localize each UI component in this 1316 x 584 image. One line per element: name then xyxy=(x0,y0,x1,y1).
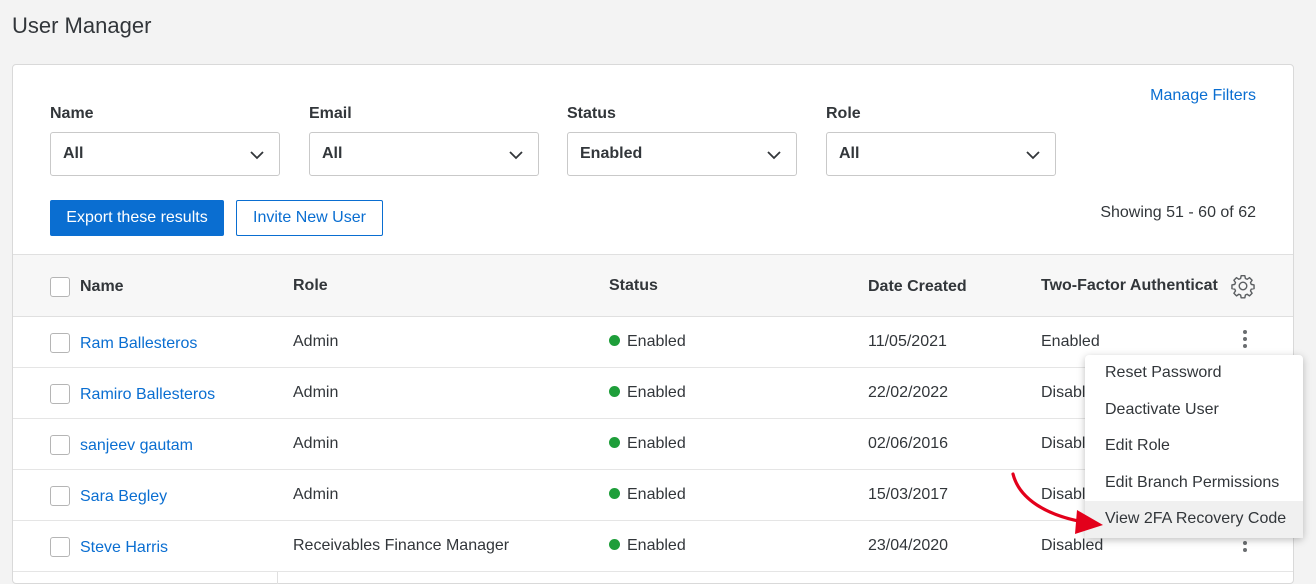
filter-email-value: All xyxy=(322,145,343,162)
row-checkbox[interactable] xyxy=(50,333,70,353)
status-dot xyxy=(609,386,620,397)
user-status: Enabled xyxy=(609,435,686,453)
user-date-created: 15/03/2017 xyxy=(868,486,949,503)
status-dot xyxy=(609,488,620,499)
page-title: User Manager xyxy=(12,13,152,38)
user-two-factor: Enabled xyxy=(1041,333,1100,350)
user-name-link[interactable]: sanjeev gautam xyxy=(80,437,193,455)
filter-email-select[interactable]: All xyxy=(309,132,539,176)
select-all-checkbox[interactable] xyxy=(50,277,70,297)
user-name-link[interactable]: Ram Ballesteros xyxy=(80,335,197,353)
user-role: Admin xyxy=(293,333,339,350)
menu-item-view-2fa-recovery-code[interactable]: View 2FA Recovery Code xyxy=(1085,501,1303,538)
status-dot xyxy=(609,539,620,550)
column-header-role[interactable]: Role xyxy=(293,277,328,295)
table-header: Name Role Status Date Created Two-Factor… xyxy=(13,254,1293,317)
user-status: Enabled xyxy=(609,333,686,351)
user-date-created: 23/04/2020 xyxy=(868,537,949,554)
status-dot xyxy=(609,335,620,346)
filter-role-select[interactable]: All xyxy=(826,132,1056,176)
filter-name: Name All xyxy=(50,105,280,176)
user-role: Admin xyxy=(293,435,339,452)
user-status: Enabled xyxy=(609,384,686,402)
filter-email: Email All xyxy=(309,105,539,176)
user-date-created: 22/02/2022 xyxy=(868,384,949,401)
user-role: Admin xyxy=(293,486,339,503)
user-name-link[interactable]: Sara Begley xyxy=(80,488,167,506)
filter-status: Status Enabled xyxy=(567,105,797,176)
user-status: Enabled xyxy=(609,486,686,504)
user-date-created: 02/06/2016 xyxy=(868,435,949,452)
column-header-name[interactable]: Name xyxy=(80,278,124,296)
row-context-menu: Reset Password Deactivate User Edit Role… xyxy=(1085,355,1303,538)
user-status: Enabled xyxy=(609,537,686,555)
status-dot xyxy=(609,437,620,448)
filter-email-label: Email xyxy=(309,105,352,122)
chevron-down-icon xyxy=(1026,151,1040,160)
chevron-down-icon xyxy=(767,151,781,160)
row-checkbox[interactable] xyxy=(50,435,70,455)
row-checkbox[interactable] xyxy=(50,537,70,557)
chevron-down-icon xyxy=(509,151,523,160)
kebab-icon[interactable] xyxy=(1241,330,1249,354)
filter-status-value: Enabled xyxy=(580,145,643,162)
export-results-button[interactable]: Export these results xyxy=(50,200,224,236)
user-name-link[interactable]: Ramiro Ballesteros xyxy=(80,386,215,404)
filter-role-value: All xyxy=(839,145,860,162)
row-checkbox[interactable] xyxy=(50,384,70,404)
pagination-summary: Showing 51 - 60 of 62 xyxy=(1100,204,1256,221)
filter-role: Role All xyxy=(826,105,1056,176)
user-role: Admin xyxy=(293,384,339,401)
manage-filters-link[interactable]: Manage Filters xyxy=(1150,87,1256,105)
filter-status-label: Status xyxy=(567,105,616,122)
user-name-link[interactable]: Steve Harris xyxy=(80,539,168,557)
filter-name-select[interactable]: All xyxy=(50,132,280,176)
invite-new-user-button[interactable]: Invite New User xyxy=(236,200,383,236)
red-arrow-annotation xyxy=(1011,472,1103,534)
menu-item-reset-password[interactable]: Reset Password xyxy=(1085,355,1303,392)
column-header-date-created[interactable]: Date Created xyxy=(868,278,967,296)
menu-item-edit-branch-permissions[interactable]: Edit Branch Permissions xyxy=(1085,465,1303,502)
filter-status-select[interactable]: Enabled xyxy=(567,132,797,176)
column-header-two-factor[interactable]: Two-Factor Authenticat xyxy=(1041,277,1218,295)
gear-icon[interactable] xyxy=(1230,273,1256,299)
column-header-status[interactable]: Status xyxy=(609,277,658,295)
filter-name-value: All xyxy=(63,145,84,162)
user-role: Receivables Finance Manager xyxy=(293,537,510,554)
menu-item-edit-role[interactable]: Edit Role xyxy=(1085,428,1303,465)
row-checkbox[interactable] xyxy=(50,486,70,506)
chevron-down-icon xyxy=(250,151,264,160)
user-date-created: 11/05/2021 xyxy=(868,333,947,350)
filter-role-label: Role xyxy=(826,105,861,122)
filter-name-label: Name xyxy=(50,105,94,122)
menu-item-deactivate-user[interactable]: Deactivate User xyxy=(1085,392,1303,429)
